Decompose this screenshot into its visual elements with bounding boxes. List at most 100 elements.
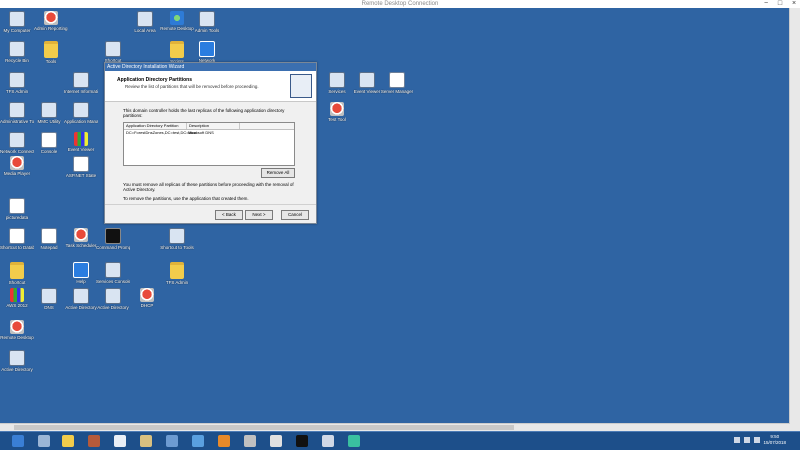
desktop-icon[interactable]: Task Scheduler — [64, 228, 98, 248]
wizard-header-subtitle: Review the list of partitions that will … — [125, 84, 259, 89]
dns-icon[interactable] — [192, 435, 204, 447]
app-icon[interactable] — [166, 435, 178, 447]
desktop-icon-label: Event Viewer — [353, 89, 381, 94]
window-title: Remote Desktop Connection — [361, 1, 439, 7]
next-button[interactable]: Next > — [245, 210, 273, 220]
powershell-icon[interactable] — [38, 435, 50, 447]
app-icon — [73, 72, 89, 88]
desktop-icon[interactable]: Administrative Tools — [0, 102, 34, 124]
column-header-description[interactable]: Description — [187, 123, 240, 129]
desktop-icon[interactable]: Server Manager — [380, 72, 414, 94]
doc-icon — [9, 198, 25, 214]
app-icon — [105, 288, 121, 304]
wizard-header-title: Application Directory Partitions — [117, 77, 193, 83]
command-prompt-icon[interactable] — [296, 435, 308, 447]
desktop-icon[interactable]: Network Connections — [0, 132, 34, 154]
desktop-icon[interactable]: My Computer — [0, 11, 34, 33]
desktop-icon[interactable]: Admin Reporting Tool — [34, 11, 68, 31]
desktop-icon-label: TFS Admin — [5, 89, 29, 94]
scrollbar-thumb[interactable] — [14, 425, 514, 430]
installation-wizard-dialog: Active Directory Installation Wizard App… — [104, 62, 317, 224]
network-tray-icon[interactable] — [744, 437, 750, 443]
desktop-icon[interactable]: picturedata — [0, 198, 34, 220]
desktop-icon[interactable]: DNS — [32, 288, 66, 310]
remove-all-button[interactable]: Remove All — [261, 168, 295, 178]
desktop-icon[interactable]: Remote Desktop — [160, 11, 194, 31]
services-icon[interactable] — [244, 435, 256, 447]
desktop-icon[interactable]: Services Console — [96, 262, 130, 284]
maximize-button[interactable]: □ — [776, 0, 784, 8]
partitions-list[interactable]: Application Directory Partition Descript… — [123, 122, 295, 166]
remote-desktop-icon[interactable] — [348, 435, 360, 447]
blue-icon — [199, 41, 215, 57]
desktop-icon[interactable]: Network — [190, 41, 224, 63]
desktop-icon[interactable]: TFS Admin — [0, 72, 34, 94]
desktop-icon[interactable]: Test Tool — [320, 102, 354, 122]
folder-icon — [44, 41, 58, 58]
desktop-icon[interactable]: Internet Information — [64, 72, 98, 94]
desktop-icon[interactable]: Admin Tools — [190, 11, 224, 33]
desktop-icon[interactable]: DHCP — [130, 288, 164, 308]
desktop-icon[interactable]: Shortcut to Database — [0, 228, 34, 250]
desktop-icon-label: Shortcut to Database — [0, 245, 34, 250]
desktop-icon[interactable]: Active Directory — [64, 288, 98, 310]
desktop-icon[interactable]: Command Prompt — [96, 228, 130, 250]
volume-icon[interactable] — [754, 437, 760, 443]
desktop-icon[interactable]: Scripts — [160, 41, 194, 64]
desktop-icon[interactable]: MMC Utility — [32, 102, 66, 124]
desktop-icon[interactable]: Recycle Bin — [0, 41, 34, 63]
desktop-icon[interactable]: Shortcut — [96, 41, 130, 63]
desktop-icon[interactable]: Help — [64, 262, 98, 284]
doc-icon — [73, 156, 89, 172]
desktop-icon[interactable]: Event Viewer — [64, 132, 98, 152]
desktop-icon[interactable]: Active Directory — [96, 288, 130, 310]
desktop-icon[interactable]: Media Player — [0, 156, 34, 176]
desktop-icon[interactable]: Active Directory — [0, 350, 34, 372]
desktop-icon[interactable]: Shortcut to Tools — [160, 228, 194, 250]
settings-icon[interactable] — [270, 435, 282, 447]
desktop-icon-label: Remote Desktop — [160, 26, 194, 31]
wizard-logo-icon — [290, 74, 312, 98]
vertical-scrollbar[interactable] — [789, 8, 800, 432]
cancel-button[interactable]: Cancel — [281, 210, 309, 220]
desktop-icon[interactable]: Application Manager — [64, 102, 98, 124]
desktop-icon[interactable]: Remote Desktop — [0, 320, 34, 340]
desktop-icon-label: Task Scheduler — [65, 243, 97, 248]
clock[interactable]: 9:50 15/07/2018 — [763, 434, 786, 446]
desktop-icon-label: Local Area — [134, 28, 156, 33]
desktop-icon-label: Administrative Tools — [0, 119, 34, 124]
desktop-icon[interactable]: Console — [32, 132, 66, 154]
wizard-taskbar-icon[interactable] — [114, 435, 126, 447]
wizard-header: Application Directory Partitions Review … — [105, 71, 316, 102]
list-item[interactable]: DC=ForestDnsZones,DC=test,DC=local Micro… — [124, 130, 294, 136]
desktop-icon-label: Application Manager — [64, 119, 98, 124]
desktop-icon-label: Network Connections — [0, 149, 34, 154]
desktop-icon[interactable]: Local Area — [128, 11, 162, 33]
column-header-partition[interactable]: Application Directory Partition — [124, 123, 187, 129]
desktop-icon[interactable]: Tools — [34, 41, 68, 64]
desktop-icon-label: AWS 2012 — [6, 303, 28, 308]
file-explorer-icon[interactable] — [62, 435, 74, 447]
desktop-icon[interactable]: AWS 2012 — [0, 288, 34, 308]
desktop-icon[interactable]: Notepad — [32, 228, 66, 250]
desktop-icon-label: Notepad — [40, 245, 58, 250]
app-icon — [73, 102, 89, 118]
back-button[interactable]: < Back — [215, 210, 243, 220]
close-button[interactable]: × — [790, 0, 798, 8]
desktop-icon-label: Internet Information — [64, 89, 98, 94]
flag-icon[interactable] — [734, 437, 740, 443]
window-icon[interactable] — [322, 435, 334, 447]
desktop-icon[interactable]: Services — [320, 72, 354, 94]
desktop-icon-label: Test Tool — [328, 117, 346, 122]
app-orange-icon[interactable] — [218, 435, 230, 447]
network-icon[interactable] — [140, 435, 152, 447]
desktop-icon-label: Admin Reporting Tool — [34, 26, 68, 31]
desktop-icon[interactable]: Shortcut — [0, 262, 34, 285]
server-manager-icon[interactable] — [12, 435, 24, 447]
tools-icon[interactable] — [88, 435, 100, 447]
desktop-icon[interactable]: ASP.NET State — [64, 156, 98, 178]
desktop-icon-label: Active Directory — [65, 305, 97, 310]
desktop-icon[interactable]: TFS Admin — [160, 262, 194, 285]
desktop-icon[interactable]: Event Viewer — [350, 72, 384, 94]
minimize-button[interactable]: − — [762, 0, 770, 8]
